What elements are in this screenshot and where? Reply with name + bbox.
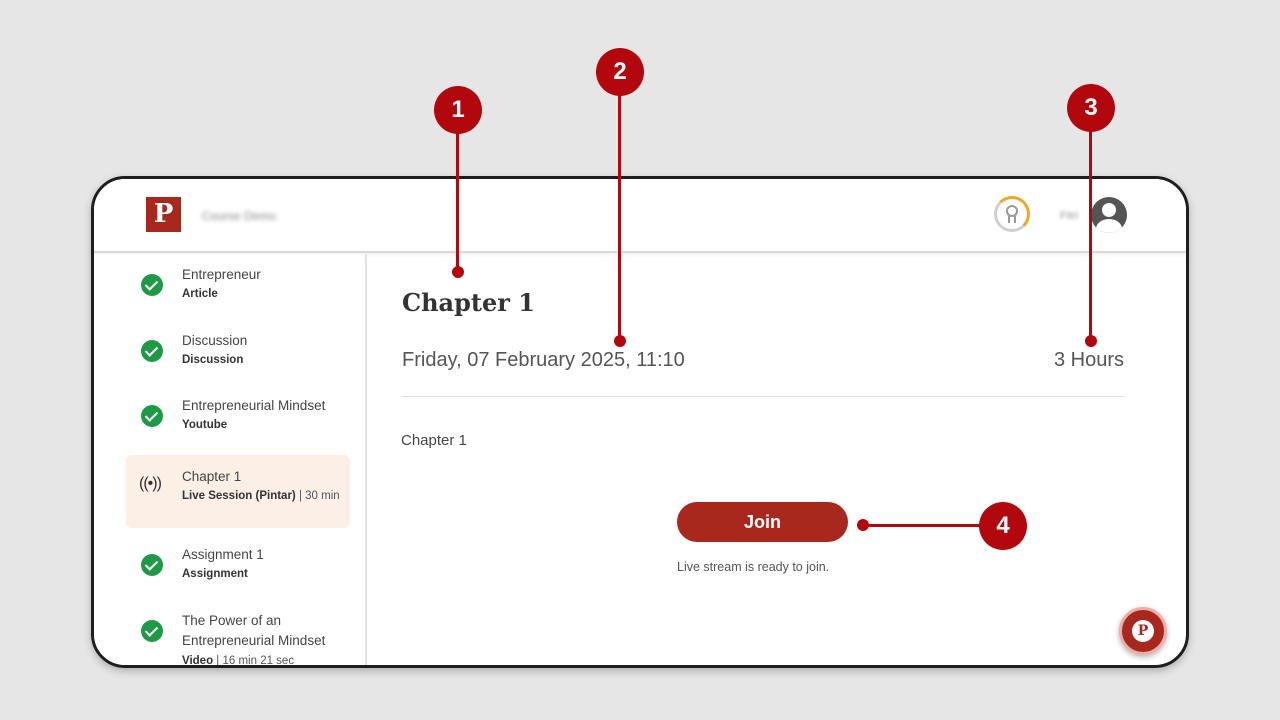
sidebar-item-type: Video | 16 min 21 sec	[182, 655, 295, 667]
avatar[interactable]	[1091, 197, 1127, 233]
sidebar-item-assignment-1[interactable]: Assignment 1 Assignment	[126, 547, 350, 594]
join-button[interactable]: Join	[677, 502, 848, 542]
live-broadcast-icon: ((•))	[139, 475, 162, 492]
sidebar-item-title: Assignment 1	[182, 547, 264, 562]
sidebar-item-type: Article	[182, 288, 218, 300]
check-icon	[141, 554, 163, 576]
course-sidebar: Entrepreneur Article Discussion Discussi…	[94, 254, 367, 667]
sidebar-item-type: Youtube	[182, 419, 228, 431]
sidebar-item-entrepreneur[interactable]: Entrepreneur Article	[126, 267, 350, 314]
stream-status-text: Live stream is ready to join.	[677, 560, 830, 574]
callout-2-dot	[614, 335, 626, 347]
sidebar-item-type: Discussion	[182, 354, 244, 366]
divider	[402, 396, 1124, 397]
sidebar-item-type: Assignment	[182, 568, 248, 580]
sidebar-item-title: Entrepreneurial Mindset	[182, 398, 326, 413]
content-panel: Chapter 1 Friday, 07 February 2025, 11:1…	[369, 254, 1186, 665]
sidebar-item-discussion[interactable]: Discussion Discussion	[126, 333, 350, 380]
course-name: Course Demo	[202, 209, 277, 223]
session-datetime: Friday, 07 February 2025, 11:10	[402, 349, 685, 371]
sidebar-item-power-of-mindset[interactable]: The Power of an Entrepreneurial Mindset …	[126, 613, 350, 667]
app-window: P Course Demo Fitri Entrepreneur Article…	[91, 176, 1189, 668]
top-navbar: P Course Demo Fitri	[94, 179, 1186, 253]
sidebar-item-title: The Power of an Entrepreneurial Mindset	[182, 613, 326, 648]
session-duration: 3 Hours	[1053, 349, 1124, 371]
user-name[interactable]: Fitri	[1060, 210, 1078, 222]
callout-1-marker: 1	[434, 86, 482, 134]
check-icon	[141, 620, 163, 642]
sidebar-item-type: Live Session (Pintar) | 30 min	[182, 490, 340, 502]
callout-3-dot	[1085, 335, 1097, 347]
callout-2-marker: 2	[596, 48, 644, 96]
check-icon	[141, 405, 163, 427]
check-icon	[141, 340, 163, 362]
page-title: Chapter 1	[402, 288, 535, 317]
sidebar-item-title: Entrepreneur	[182, 267, 261, 282]
sidebar-item-chapter-1[interactable]: ((•)) Chapter 1 Live Session (Pintar) | …	[126, 455, 350, 528]
achievement-badge-icon[interactable]	[994, 196, 1030, 232]
callout-3-line	[1089, 130, 1092, 341]
callout-4-line	[863, 524, 983, 527]
sidebar-item-title: Chapter 1	[182, 469, 242, 484]
callout-1-dot	[452, 266, 464, 278]
callout-2-line	[618, 95, 621, 341]
check-icon	[141, 274, 163, 296]
logo[interactable]: P	[146, 197, 181, 232]
callout-4-dot	[857, 519, 869, 531]
sidebar-item-title: Discussion	[182, 333, 248, 348]
session-description: Chapter 1	[401, 432, 467, 449]
chat-bubble-icon: P	[1132, 620, 1154, 642]
callout-3-marker: 3	[1067, 84, 1115, 132]
sidebar-item-entrepreneurial-mindset[interactable]: Entrepreneurial Mindset Youtube	[126, 398, 350, 445]
callout-4-marker: 4	[979, 502, 1027, 550]
callout-1-line	[456, 133, 459, 272]
chat-button[interactable]: P	[1119, 607, 1167, 655]
